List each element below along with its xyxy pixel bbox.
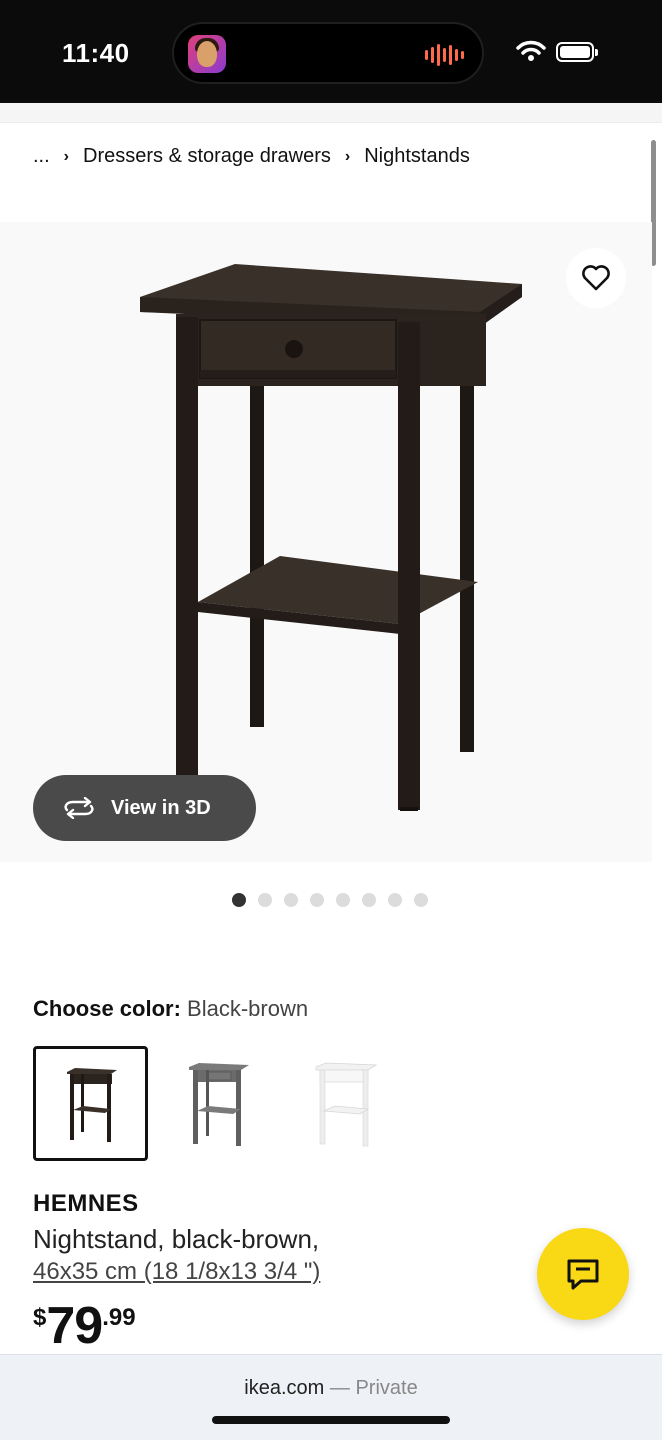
gallery-dot-2[interactable] [258, 893, 272, 907]
chevron-right-icon: › [344, 147, 351, 165]
favorite-button[interactable] [566, 248, 626, 308]
rotate-icon [61, 797, 97, 819]
product-name: HEMNES [33, 1190, 139, 1217]
breadcrumb: ... › Dressers & storage drawers › Night… [33, 145, 470, 168]
home-indicator[interactable] [212, 1416, 450, 1424]
browser-address-bar[interactable]: ikea.com — Private [0, 1354, 662, 1440]
gallery-dot-3[interactable] [284, 893, 298, 907]
nightstand-image [140, 264, 522, 811]
private-mode-label: — Private [329, 1377, 418, 1399]
view-in-3d-button[interactable]: View in 3D [33, 775, 256, 841]
selected-color-value: Black-brown [187, 996, 309, 1021]
color-swatches [33, 1046, 402, 1161]
audio-wave-icon [425, 44, 464, 66]
chat-icon [567, 1259, 599, 1290]
battery-icon [556, 42, 598, 62]
product-image[interactable] [0, 222, 652, 862]
url-domain: ikea.com [244, 1377, 325, 1399]
now-playing-app-icon [188, 35, 226, 73]
breadcrumb-ellipsis[interactable]: ... [33, 145, 50, 168]
color-swatch-gray[interactable] [160, 1046, 275, 1161]
choose-color-heading: Choose color: Black-brown [33, 996, 308, 1022]
color-swatch-white[interactable] [287, 1046, 402, 1161]
gallery-dot-1[interactable] [232, 893, 246, 907]
price-currency: $ [33, 1304, 47, 1331]
gallery-dot-5[interactable] [336, 893, 350, 907]
breadcrumb-nightstands[interactable]: Nightstands [364, 145, 470, 168]
chevron-right-icon: › [63, 147, 69, 165]
color-swatch-black-brown[interactable] [33, 1046, 148, 1161]
gallery-dot-7[interactable] [388, 893, 402, 907]
choose-color-label: Choose color: [33, 996, 181, 1021]
view-in-3d-label: View in 3D [111, 796, 211, 819]
status-time: 11:40 [62, 38, 130, 68]
dynamic-island [172, 22, 484, 84]
address-text: ikea.com — Private [0, 1377, 662, 1400]
price-cents: .99 [102, 1304, 136, 1331]
status-bar: 11:40 [0, 0, 662, 103]
product-price: $ 79 .99 [33, 1296, 136, 1356]
gallery-pagination [232, 893, 428, 907]
heart-icon [582, 265, 610, 291]
price-dollars: 79 [46, 1297, 103, 1355]
gallery-dot-8[interactable] [414, 893, 428, 907]
gallery-dot-4[interactable] [310, 893, 324, 907]
wifi-icon [516, 40, 546, 67]
gallery-dot-6[interactable] [362, 893, 376, 907]
page-top-strip [0, 103, 662, 123]
product-size-link[interactable]: 46x35 cm (18 1/8x13 3/4 ") [33, 1258, 320, 1286]
breadcrumb-dressers[interactable]: Dressers & storage drawers [83, 145, 331, 168]
chat-button[interactable] [537, 1228, 629, 1320]
product-description: Nightstand, black-brown, [33, 1224, 320, 1254]
